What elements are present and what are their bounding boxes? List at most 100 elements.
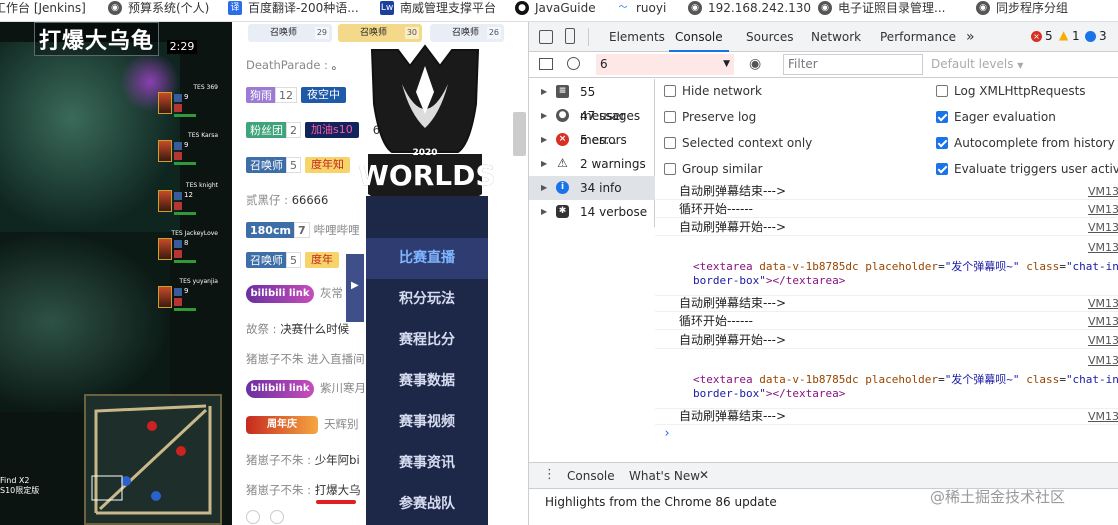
- game-video[interactable]: 打爆大乌龟 2:29 TES 369 9 TES Karsa 9 TES knigh…: [0, 22, 232, 525]
- console-line: 循环开始------ VM13: [655, 313, 1118, 330]
- expand-arrow-icon: ▶: [541, 207, 548, 216]
- eye-icon[interactable]: ◉: [749, 56, 761, 72]
- source-link[interactable]: VM13: [1088, 239, 1118, 256]
- sidebar-item-messages[interactable]: ▶ ≡ 55 messages: [529, 80, 655, 123]
- source-link[interactable]: VM13: [1088, 408, 1118, 425]
- log-xhr-checkbox[interactable]: Log XMLHttpRequests: [936, 81, 1086, 101]
- chat-message: 贰黑仔 : 66666: [246, 193, 329, 207]
- source-link[interactable]: VM13: [1088, 313, 1118, 330]
- bilibili-link-logo: bilibili link: [246, 380, 314, 398]
- count: 5: [580, 133, 588, 147]
- nav-news[interactable]: 赛事资讯: [366, 443, 488, 484]
- source-link[interactable]: VM13: [1088, 332, 1118, 349]
- medal-name: 粉丝团: [250, 124, 283, 137]
- group-similar-checkbox[interactable]: Group similar: [664, 159, 763, 179]
- bug-icon: ✱: [556, 205, 569, 218]
- nav-teams[interactable]: 参赛战队: [366, 484, 488, 525]
- nav-videos[interactable]: 赛事视频: [366, 402, 488, 443]
- autocomplete-history-checkbox[interactable]: Autocomplete from history: [936, 133, 1115, 153]
- bookmark-jenkins[interactable]: 工作台 [Jenkins]: [0, 0, 86, 21]
- source-link[interactable]: VM13: [1088, 219, 1118, 236]
- drawer-menu-icon[interactable]: ⋮: [543, 467, 556, 482]
- chat-user: 紫川寒月: [320, 381, 366, 395]
- tab-console[interactable]: Console: [669, 22, 729, 52]
- close-icon[interactable]: ✕: [699, 468, 709, 482]
- info-count[interactable]: 3: [1099, 29, 1107, 43]
- nav-live[interactable]: 比赛直播: [366, 238, 488, 279]
- fan-medal: 召唤师 5: [246, 252, 301, 268]
- globe-icon: ◉: [108, 1, 122, 15]
- highlight-underline: [316, 500, 356, 504]
- code-token: <textarea: [693, 373, 753, 386]
- bookmark-ip[interactable]: ◉ 192.168.242.130: [688, 0, 811, 21]
- emoji-icon[interactable]: [246, 510, 260, 524]
- code-token: "chat-in: [1065, 260, 1118, 273]
- log-levels-dropdown[interactable]: Default levels ▼: [931, 54, 1031, 75]
- more-tabs-icon[interactable]: »: [966, 22, 975, 52]
- nav-schedule[interactable]: 赛程比分: [366, 320, 488, 361]
- bookmark-baidu-translate[interactable]: 译百度翻译-200种语...: [228, 0, 359, 21]
- preserve-log-checkbox[interactable]: Preserve log: [664, 107, 756, 127]
- sidebar-toggle-icon[interactable]: [539, 58, 553, 70]
- warning-count[interactable]: 1: [1072, 29, 1080, 43]
- sidebar-item-label: 5 errors: [580, 128, 627, 152]
- hide-network-checkbox[interactable]: Hide network: [664, 81, 762, 101]
- code-token: "发个弹幕呗~": [944, 260, 1020, 273]
- messages-icon: ≡: [556, 85, 569, 98]
- bookmark-budget[interactable]: ◉ 预算系统(个人): [108, 0, 209, 21]
- code-token: data-v-1b8785dc: [759, 373, 859, 386]
- sidebar-item-verbose[interactable]: ▶ ✱ 14 verbose: [529, 200, 655, 224]
- gift-icon[interactable]: [270, 510, 284, 524]
- filter-input[interactable]: Filter: [783, 54, 923, 75]
- source-link[interactable]: VM13: [1088, 183, 1118, 200]
- eager-evaluation-checkbox[interactable]: Eager evaluation: [936, 107, 1056, 127]
- minimap-lanes: [91, 404, 212, 515]
- chat-scrollbar[interactable]: [513, 112, 526, 156]
- source-link[interactable]: VM13: [1088, 201, 1118, 218]
- nav-points[interactable]: 积分玩法: [366, 279, 488, 320]
- console-settings: Hide network Preserve log Selected conte…: [655, 79, 1118, 183]
- bookmark-nanwei[interactable]: Lw 南威管理支撑平台: [380, 0, 496, 21]
- device-toolbar-icon[interactable]: [565, 28, 575, 44]
- sidebar-item-info[interactable]: ▶ i 34 info: [529, 176, 655, 200]
- context-selector[interactable]: 6 ▼: [596, 54, 734, 75]
- code-token: ></textarea>: [765, 387, 846, 400]
- medal-name: 召唤师: [250, 254, 283, 267]
- drawer-tab-whats-new[interactable]: What's New: [629, 463, 700, 489]
- label: verbose: [599, 205, 648, 219]
- bookmark-certificates[interactable]: ◉ 电子证照目录管理...: [818, 0, 945, 21]
- bookmark-javaguide[interactable]: ● JavaGuide: [515, 0, 596, 21]
- console-prompt-icon[interactable]: ›: [663, 426, 671, 441]
- selected-context-checkbox[interactable]: Selected context only: [664, 133, 812, 153]
- tab-sources[interactable]: Sources: [746, 22, 793, 52]
- bookmark-ruoyi[interactable]: 〜 ruoyi: [616, 0, 666, 21]
- dom-node[interactable]: <textarea data-v-1b8785dc placeholder="发…: [693, 373, 1118, 386]
- nav-stats[interactable]: 赛事数据: [366, 361, 488, 402]
- checkbox-box: [936, 163, 948, 175]
- tab-network[interactable]: Network: [811, 22, 861, 52]
- tab-elements[interactable]: Elements: [609, 22, 665, 52]
- nav-collapse-toggle[interactable]: ▶: [346, 254, 364, 322]
- error-count[interactable]: 5: [1045, 29, 1053, 43]
- bookmark-sync[interactable]: ◉ 同步程序分组: [976, 0, 1068, 21]
- item-icon: [174, 192, 182, 200]
- checkbox-box: [936, 111, 948, 123]
- console-line: 自动刷弹幕结束---> VM13: [655, 183, 1118, 200]
- dom-node[interactable]: <textarea data-v-1b8785dc placeholder="发…: [693, 260, 1118, 273]
- source-link[interactable]: VM13: [1088, 352, 1118, 369]
- checkbox-label: Preserve log: [682, 110, 757, 124]
- clear-console-icon[interactable]: [567, 57, 580, 70]
- source-link[interactable]: VM13: [1088, 295, 1118, 312]
- code-token: placeholder: [865, 260, 939, 273]
- item-icon: [174, 298, 182, 306]
- evaluate-triggers-checkbox[interactable]: Evaluate triggers user activation: [936, 159, 1118, 179]
- chat-text: 决赛什么时候: [280, 322, 350, 336]
- sidebar-item-warnings[interactable]: ▶ ⚠ 2 warnings: [529, 152, 655, 176]
- drawer-tab-console[interactable]: Console: [567, 463, 615, 489]
- sidebar-item-errors[interactable]: ▶ × 5 errors: [529, 128, 655, 152]
- inspect-element-icon[interactable]: [539, 30, 553, 44]
- summoner-badge: 召唤师 30: [338, 24, 422, 42]
- sidebar-item-user-messages[interactable]: ▶ ● 47 user mes...: [529, 104, 655, 147]
- tab-performance[interactable]: Performance: [880, 22, 956, 52]
- warning-icon: ⚠: [557, 156, 568, 170]
